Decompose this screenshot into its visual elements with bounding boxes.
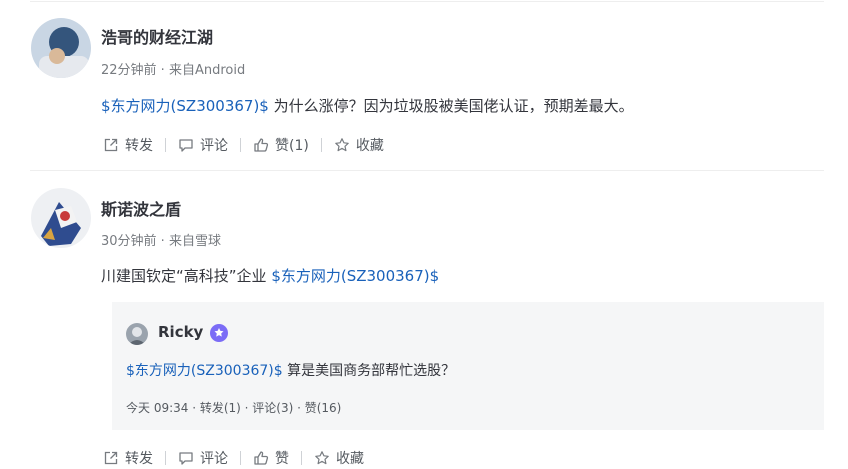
stock-link[interactable]: $东方网力(SZ300367)$: [271, 267, 439, 285]
quoted-post[interactable]: Ricky $东方网力(SZ300367)$ 算是美国商务部帮忙选股？ 今天 0…: [112, 302, 824, 430]
favorite-button[interactable]: 收藏: [314, 448, 364, 468]
action-separator: [240, 138, 241, 152]
star-icon: [315, 451, 329, 465]
post-divider: [30, 170, 824, 171]
comment-label: 评论: [200, 451, 228, 467]
comment-button[interactable]: 评论: [178, 135, 228, 155]
quote-meta: 今天 09:34 · 转发(1) · 评论(3) · 赞(16): [126, 401, 342, 415]
stock-link[interactable]: $东方网力(SZ300367)$: [126, 363, 283, 379]
post-meta: 22分钟前 · 来自Android: [101, 63, 246, 78]
comment-label: 评论: [200, 138, 228, 154]
comment-button[interactable]: 评论: [178, 448, 228, 468]
post-meta: 30分钟前 · 来自雪球: [101, 234, 221, 249]
quote-text: $东方网力(SZ300367)$ 算是美国商务部帮忙选股？: [126, 360, 455, 380]
verified-badge-icon: [210, 324, 228, 342]
repost-label: 转发: [125, 451, 153, 467]
post-actions: 转发 评论 赞(1) 收藏: [103, 135, 384, 155]
favorite-label: 收藏: [355, 138, 384, 154]
post-text: $东方网力(SZ300367)$ 为什么涨停？因为垃圾股被美国佬认证，预期差最大…: [101, 95, 634, 116]
repost-icon: [104, 451, 118, 465]
like-button[interactable]: 赞(1): [253, 135, 309, 155]
action-separator: [165, 451, 166, 465]
avatar[interactable]: [31, 18, 91, 78]
author-name[interactable]: 浩哥的财经江湖: [101, 24, 213, 48]
quote-author[interactable]: Ricky: [158, 323, 203, 341]
like-label: 赞(1): [275, 138, 309, 154]
post-body: 为什么涨停？因为垃圾股被美国佬认证，预期差最大。: [268, 97, 634, 115]
stock-link[interactable]: $东方网力(SZ300367)$: [101, 97, 269, 115]
action-separator: [301, 451, 302, 465]
repost-icon: [104, 138, 118, 152]
thumbs-up-icon: [254, 451, 269, 465]
avatar[interactable]: [31, 188, 91, 248]
star-icon: [335, 138, 349, 152]
favorite-label: 收藏: [336, 451, 364, 467]
like-button[interactable]: 赞: [253, 448, 289, 468]
comment-icon: [179, 139, 193, 152]
post-text: 川建国钦定“高科技”企业 $东方网力(SZ300367)$: [101, 265, 439, 286]
action-separator: [320, 138, 322, 152]
repost-label: 转发: [125, 138, 153, 154]
author-name[interactable]: 斯诺波之盾: [101, 196, 181, 220]
top-divider: [30, 1, 824, 2]
post-body: 川建国钦定“高科技”企业: [101, 267, 272, 285]
favorite-button[interactable]: 收藏: [334, 135, 384, 155]
repost-button[interactable]: 转发: [103, 135, 153, 155]
quote-body: 算是美国商务部帮忙选股？: [282, 363, 456, 379]
action-separator: [240, 451, 241, 465]
thumbs-up-icon: [254, 138, 269, 152]
like-label: 赞: [275, 451, 289, 467]
post-actions: 转发 评论 赞 收藏: [103, 448, 364, 468]
repost-button[interactable]: 转发: [103, 448, 153, 468]
action-separator: [165, 138, 166, 152]
comment-icon: [179, 452, 193, 465]
quote-avatar[interactable]: [126, 323, 148, 345]
